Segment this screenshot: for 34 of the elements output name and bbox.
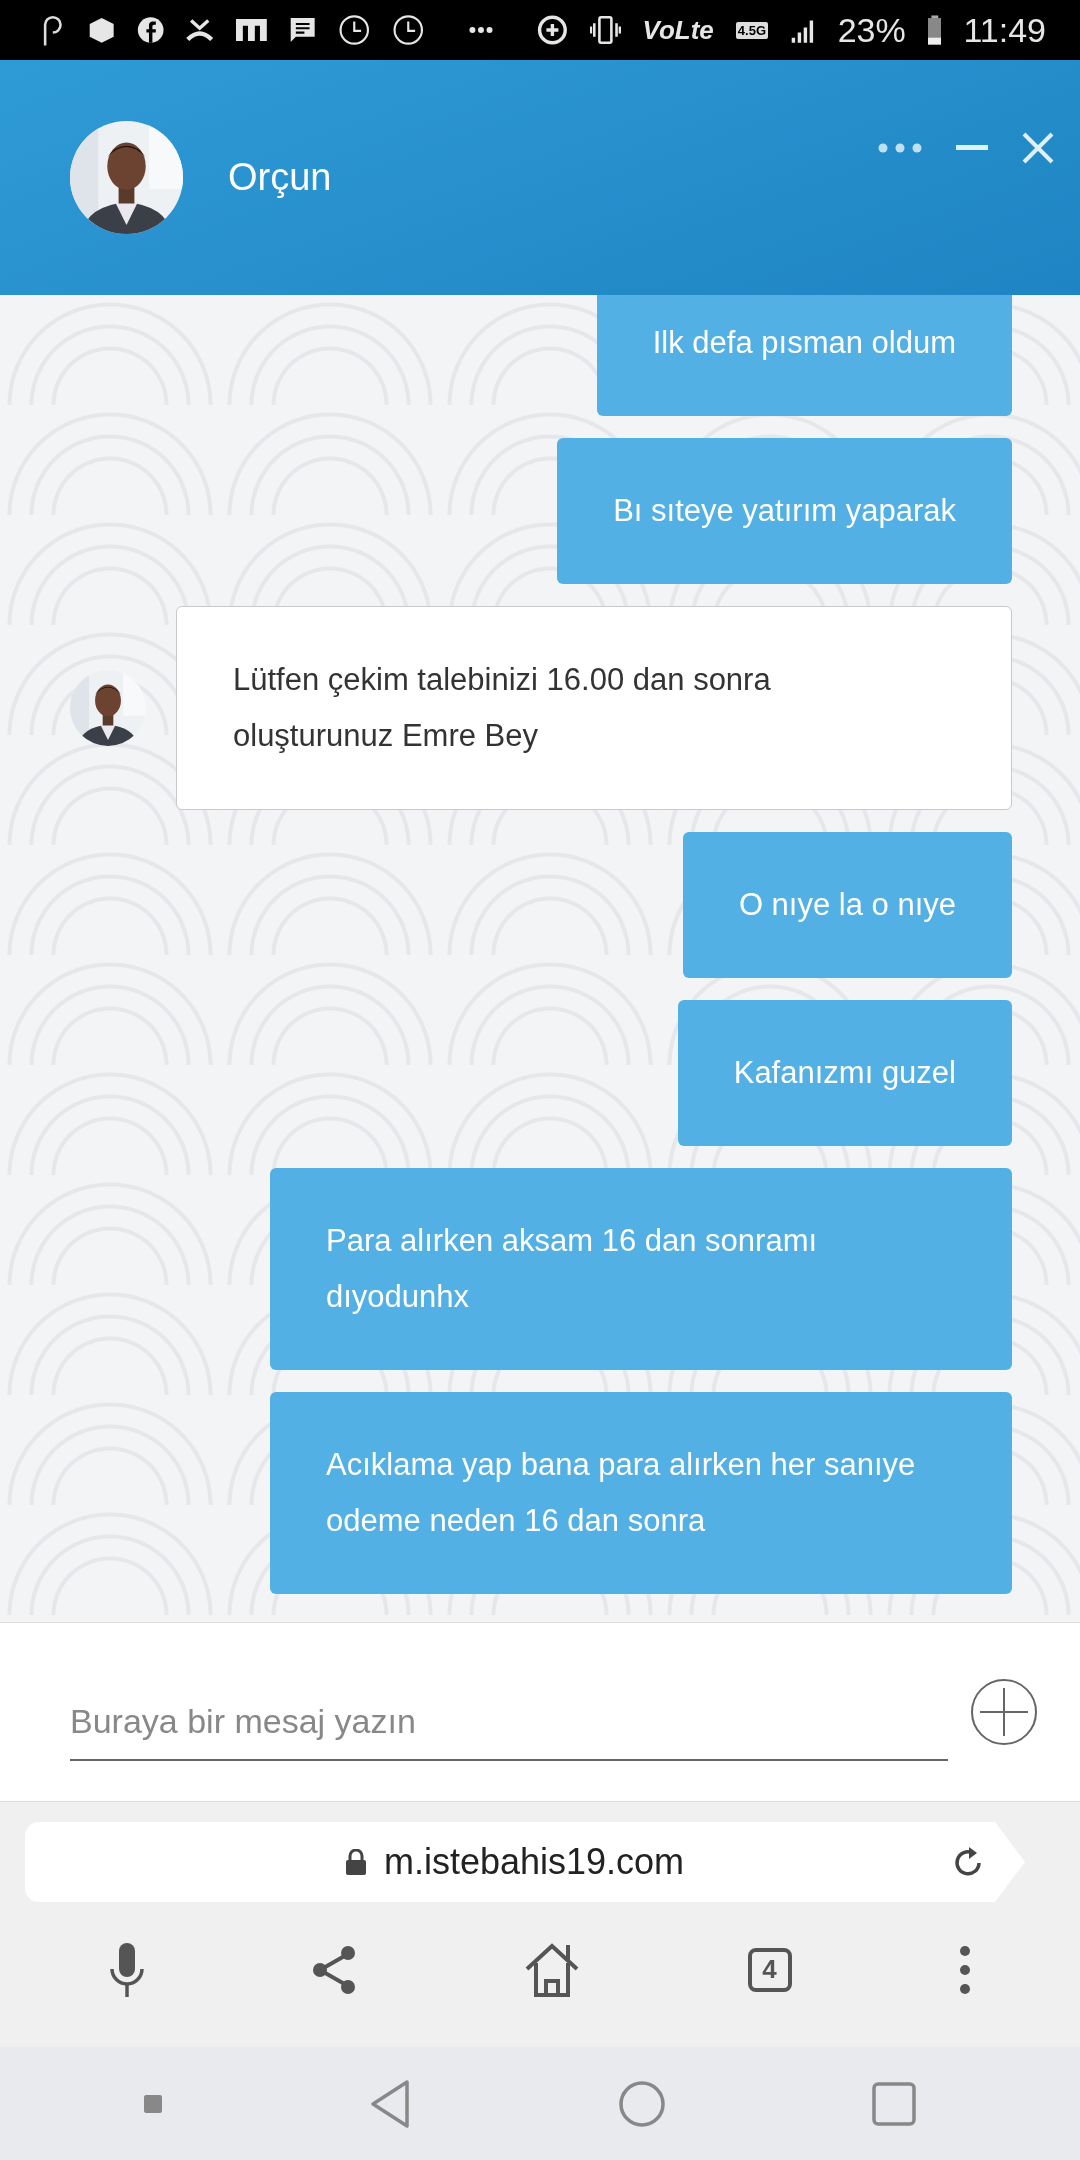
message-bubble: Ilk defa pısman oldum [596,295,1012,416]
app-icon [235,17,267,43]
message-input[interactable]: Buraya bir mesaj yazın [70,1683,948,1761]
message-bubble: O nıye la o nıye [682,832,1012,978]
url-text: m.istebahis19.com [383,1841,685,1883]
address-bar[interactable]: m.istebahis19.com [25,1822,1025,1902]
contact-name: Orçun [228,156,332,199]
home-icon[interactable] [524,1942,580,1997]
lock-icon [345,1849,366,1875]
share-icon[interactable] [312,1945,357,1994]
more-icon[interactable] [959,1944,972,1995]
message-bubble: Acıklama yap bana para alırken her sanıye odeme neden 16 dan sonra [270,1392,1012,1594]
recents-icon[interactable] [872,2081,917,2126]
square-icon[interactable] [143,2094,162,2113]
plus-icon[interactable] [970,1678,1038,1746]
tab-count[interactable]: 4 [747,1947,792,1992]
data-saver-icon [536,12,568,48]
message-bubble: Bı sıteye yatırım yaparak [557,438,1012,584]
more-icon [469,26,493,34]
clock-time: 11:49 [963,10,1046,50]
battery-percentage: 23% [837,10,906,50]
battery-icon [927,13,942,47]
message-bubble: Lütfen çekim talebinizi 16.00 dan sonra oluşturunuz Emre Bey [176,606,1012,810]
message-bubble: Kafanızmı guzel [677,1000,1012,1146]
minimize-icon[interactable] [956,145,988,151]
facebook-icon [137,14,165,46]
back-icon[interactable] [369,2078,412,2129]
home-icon[interactable] [618,2080,665,2127]
more-icon[interactable] [878,143,922,153]
volte-label: VoLte [642,14,714,46]
network-label: 4.5G [735,21,768,39]
microphone-icon[interactable] [108,1942,145,1997]
message-bubble: Para alırken aksam 16 dan sonramı dıyodunhx [270,1168,1012,1370]
close-icon[interactable] [1022,132,1054,164]
